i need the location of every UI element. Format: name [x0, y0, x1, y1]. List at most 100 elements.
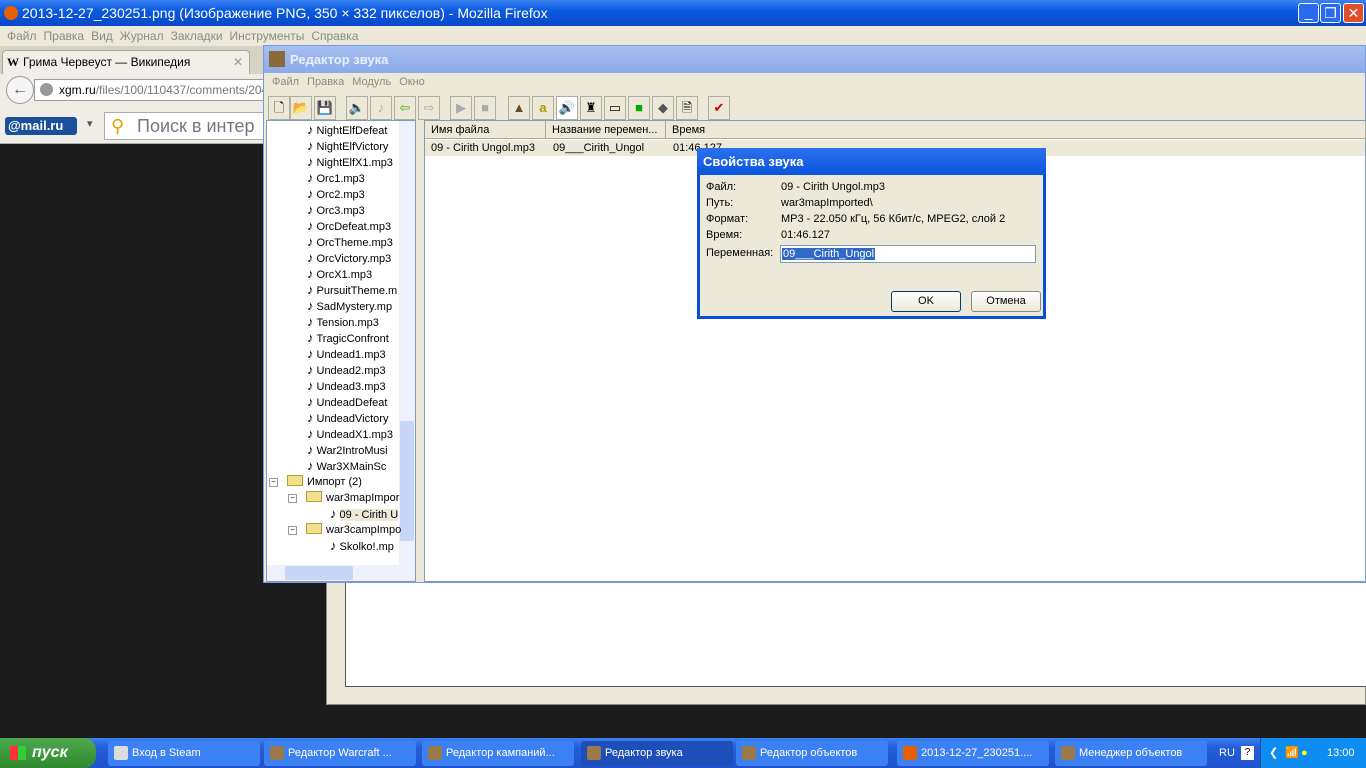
menu-history[interactable]: Журнал	[120, 29, 164, 43]
collapse-icon[interactable]: −	[288, 494, 297, 503]
scroll-thumb[interactable]	[285, 566, 353, 580]
sound-off-icon[interactable]: 🔈	[346, 96, 368, 120]
menu-bookmarks[interactable]: Закладки	[171, 29, 223, 43]
test-map-icon[interactable]: ✔	[708, 96, 730, 120]
tree-item[interactable]: ♪ NightElfVictory	[307, 138, 388, 154]
cancel-button[interactable]: Отмена	[971, 291, 1041, 312]
back-button[interactable]: ←	[6, 76, 34, 104]
close-button[interactable]: ✕	[1343, 3, 1364, 23]
tree-item[interactable]: ♪ Tension.mp3	[307, 314, 379, 330]
taskbar-item-label: Редактор Warcraft ...	[288, 747, 392, 759]
play-icon[interactable]: ▶	[450, 96, 472, 120]
column-filename[interactable]: Имя файла	[425, 121, 546, 139]
menu-file[interactable]: Файл	[7, 29, 37, 43]
music-note-icon: ♪	[307, 298, 314, 313]
tree-item[interactable]: ♪ Undead2.mp3	[307, 362, 386, 378]
open-icon[interactable]: 📂	[290, 96, 312, 120]
tree-item[interactable]: ♪ OrcTheme.mp3	[307, 234, 393, 250]
tree-item[interactable]: ♪ Undead3.mp3	[307, 378, 386, 394]
tray-app-icon[interactable]: ●	[1301, 738, 1308, 768]
import-icon[interactable]: ⇦	[394, 96, 416, 120]
variable-label: Переменная:	[706, 247, 774, 259]
tree-item[interactable]: − war3campImpo	[288, 522, 401, 538]
mailru-logo[interactable]: @mail.ru	[5, 117, 77, 135]
music-note-icon: ♪	[307, 250, 314, 265]
taskbar-item[interactable]: 2013-12-27_230251....	[897, 741, 1049, 766]
tree-item[interactable]: ♪ TragicConfront	[307, 330, 389, 346]
tree-item[interactable]: ♪ SadMystery.mp	[307, 298, 392, 314]
menu-edit[interactable]: Правка	[307, 76, 344, 88]
tree-item[interactable]: ♪ UndeadDefeat	[307, 394, 387, 410]
taskbar-item[interactable]: Редактор объектов	[736, 741, 888, 766]
file-value: 09 - Cirith Ungol.mp3	[781, 181, 885, 193]
sound-tree[interactable]: ♪ NightElfDefeat ♪ NightElfVictory ♪ NightElf…	[266, 120, 416, 582]
taskbar-item[interactable]: Редактор Warcraft ...	[264, 741, 416, 766]
tree-item[interactable]: ♪ Orc2.mp3	[307, 186, 365, 202]
ok-button[interactable]: OK	[891, 291, 961, 312]
import-manager-icon[interactable]: 🗎	[676, 96, 698, 120]
object-editor-icon[interactable]: ♜	[580, 96, 602, 120]
maximize-button[interactable]: ❐	[1320, 3, 1341, 23]
tree-item[interactable]: ♪ NightElfX1.mp3	[307, 154, 393, 170]
stop-icon[interactable]: ■	[474, 96, 496, 120]
start-button[interactable]: пуск	[0, 738, 96, 768]
tree-item[interactable]: ♪ Orc1.mp3	[307, 170, 365, 186]
tree-item[interactable]: ♪ Skolko!.mp	[330, 538, 394, 554]
editor-menu-bar: Файл Правка Модуль Окно	[264, 73, 1365, 91]
ai-editor-icon[interactable]: ■	[628, 96, 650, 120]
scroll-thumb[interactable]	[400, 421, 414, 541]
menu-view[interactable]: Вид	[91, 29, 113, 43]
tree-item[interactable]: ♪ Undead1.mp3	[307, 346, 386, 362]
help-icon[interactable]: ?	[1241, 746, 1254, 760]
music-note-icon: ♪	[307, 442, 314, 457]
tree-item[interactable]: ♪ OrcVictory.mp3	[307, 250, 391, 266]
tree-item[interactable]: − Импорт (2)	[269, 474, 362, 490]
new-icon[interactable]: 🗋	[268, 96, 290, 120]
taskbar-item[interactable]: Менеджер объектов	[1055, 741, 1207, 766]
column-variable[interactable]: Название перемен...	[546, 121, 666, 139]
tree-item[interactable]: ♪ UndeadX1.mp3	[307, 426, 393, 442]
save-icon[interactable]: 💾	[314, 96, 336, 120]
language-indicator[interactable]: RU	[1219, 738, 1235, 768]
tree-item[interactable]: ♪ OrcDefeat.mp3	[307, 218, 391, 234]
object-manager-icon[interactable]: ◆	[652, 96, 674, 120]
menu-file[interactable]: Файл	[272, 76, 299, 88]
close-tab-icon[interactable]: ✕	[233, 51, 243, 73]
export-icon[interactable]: ⇨	[418, 96, 440, 120]
collapse-icon[interactable]: −	[269, 478, 278, 487]
collapse-icon[interactable]: −	[288, 526, 297, 535]
music-icon[interactable]: ♪	[370, 96, 392, 120]
tray-expand-icon[interactable]: ❮	[1269, 738, 1278, 768]
column-time[interactable]: Время	[666, 121, 1366, 139]
sound-editor-icon[interactable]: 🔊	[556, 96, 578, 120]
tab-wikipedia[interactable]: W Грима Червеуст — Википедия ✕	[2, 50, 250, 74]
variable-input[interactable]: 09___Cirith_Ungol	[780, 245, 1036, 263]
tree-item[interactable]: ♪ UndeadVictory	[307, 410, 388, 426]
taskbar-item[interactable]: Вход в Steam	[108, 741, 260, 766]
horizontal-scrollbar[interactable]	[267, 565, 415, 581]
terrain-editor-icon[interactable]: ▲	[508, 96, 530, 120]
music-note-icon: ♪	[307, 362, 314, 377]
network-icon[interactable]: 📶	[1285, 738, 1299, 768]
dropdown-arrow-icon[interactable]: ▾	[87, 117, 93, 130]
campaign-editor-icon[interactable]: ▭	[604, 96, 626, 120]
menu-module[interactable]: Модуль	[352, 76, 391, 88]
tree-item[interactable]: ♪ PursuitTheme.m	[307, 282, 397, 298]
taskbar-item[interactable]: Редактор звука	[581, 741, 733, 766]
vertical-scrollbar[interactable]	[399, 121, 415, 565]
tree-item[interactable]: ♪ War2IntroMusi	[307, 442, 388, 458]
menu-tools[interactable]: Инструменты	[230, 29, 305, 43]
search-input[interactable]: ⚲ Поиск в интер	[104, 112, 274, 140]
minimize-button[interactable]: _	[1298, 3, 1319, 23]
taskbar-item[interactable]: Редактор кампаний...	[422, 741, 574, 766]
trigger-editor-icon[interactable]: a	[532, 96, 554, 120]
tree-item[interactable]: − war3mapImpor	[288, 490, 399, 506]
tree-item[interactable]: ♪ Orc3.mp3	[307, 202, 365, 218]
tree-item[interactable]: ♪ War3XMainSc	[307, 458, 386, 474]
menu-edit[interactable]: Правка	[44, 29, 85, 43]
tree-item[interactable]: ♪ OrcX1.mp3	[307, 266, 372, 282]
menu-help[interactable]: Справка	[311, 29, 358, 43]
tree-item[interactable]: ♪ NightElfDefeat	[307, 122, 387, 138]
tree-item[interactable]: ♪ 09 - Cirith U	[330, 506, 399, 522]
menu-window[interactable]: Окно	[399, 76, 425, 88]
